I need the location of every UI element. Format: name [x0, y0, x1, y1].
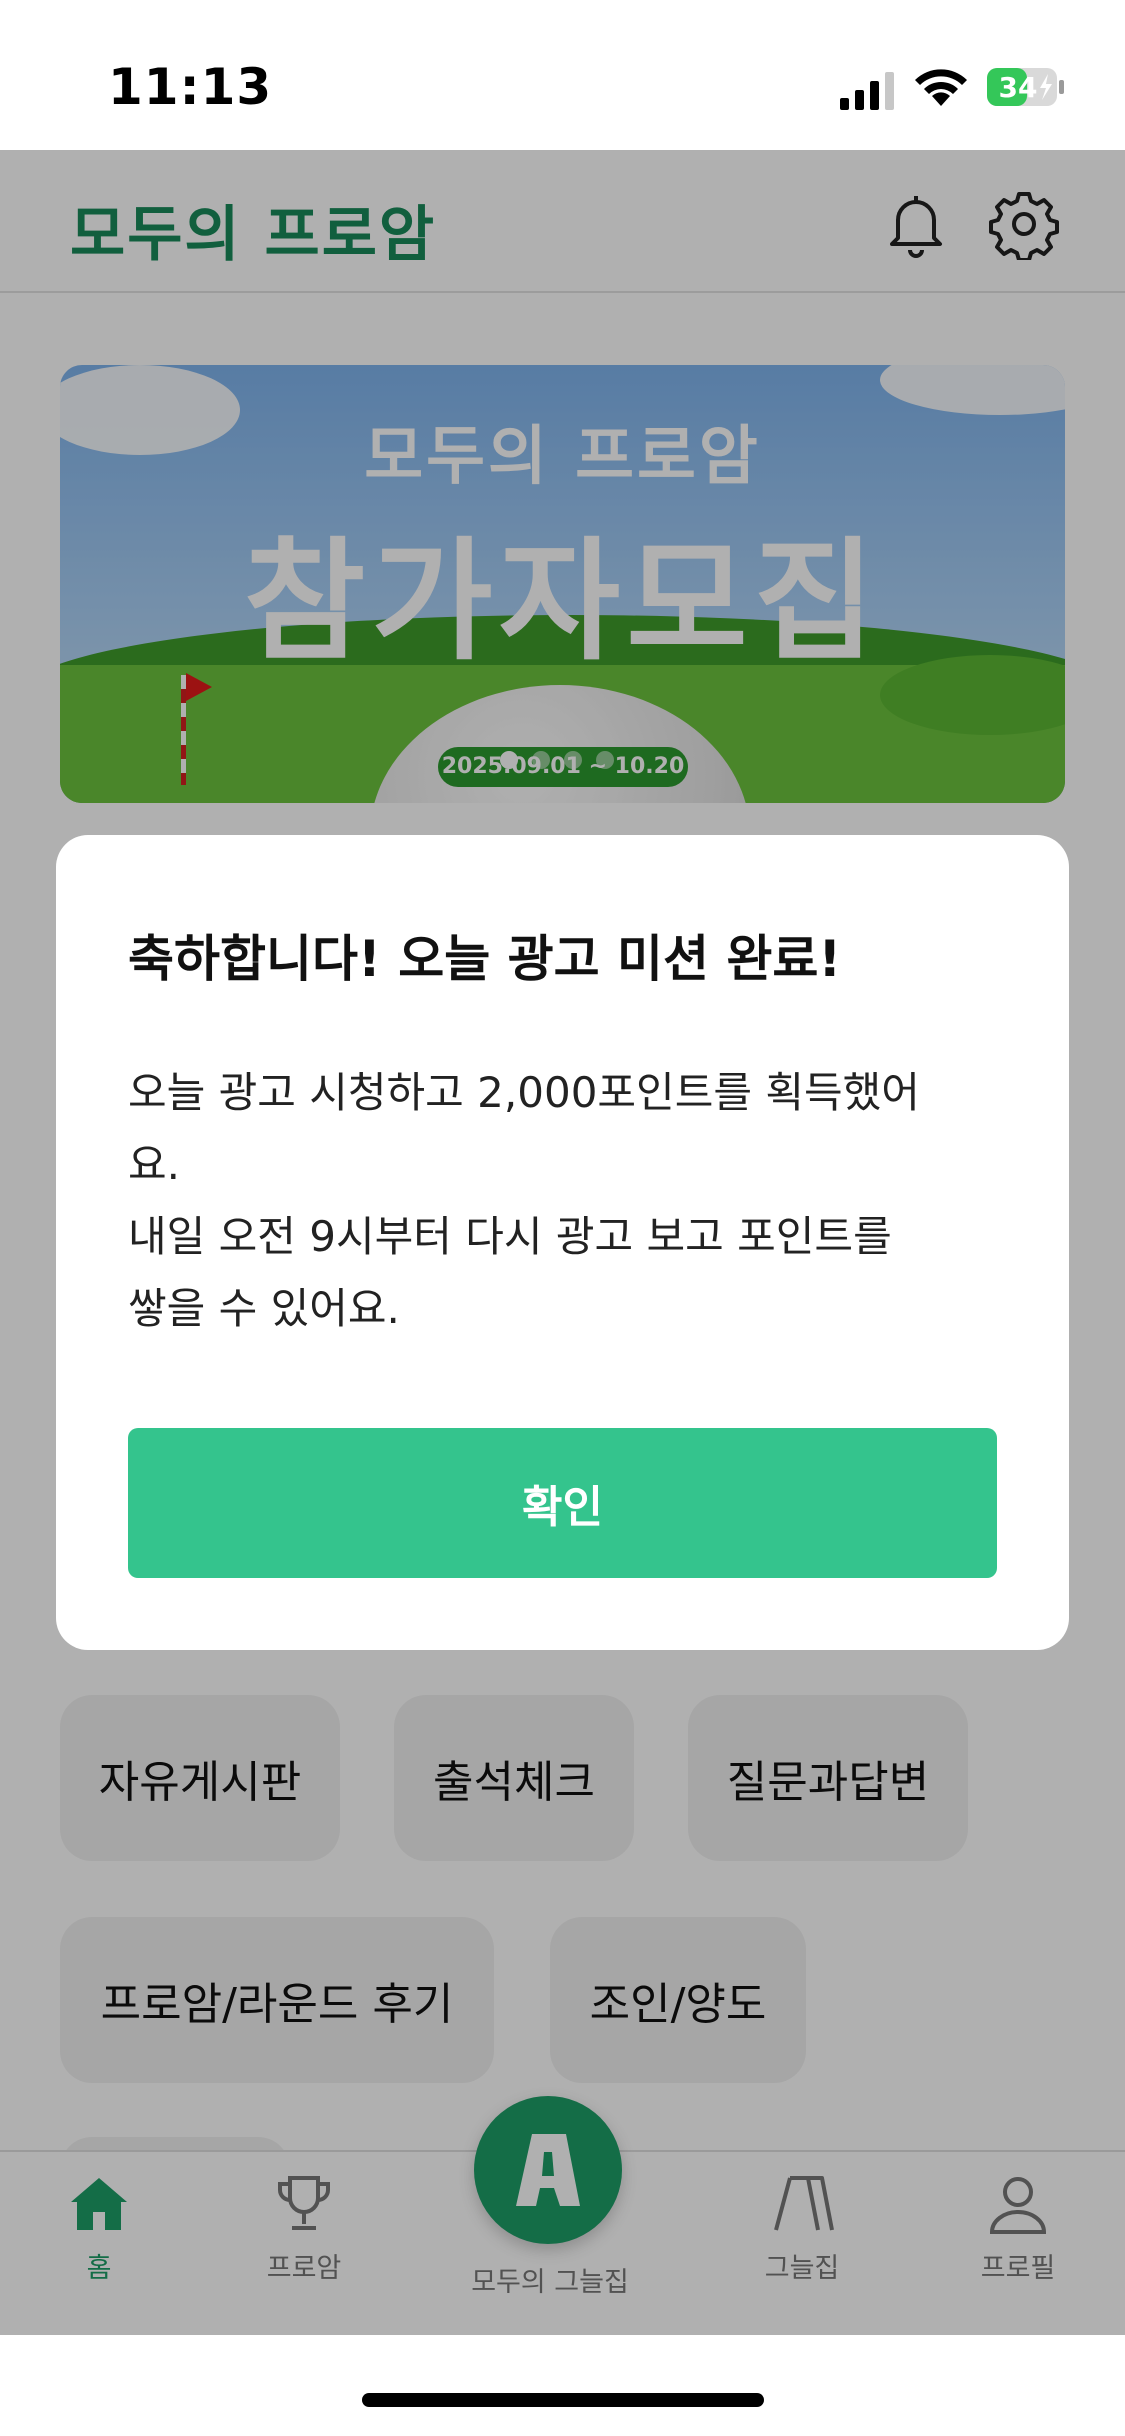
- dialog-message-line: 쌓을 수 있어요.: [128, 1284, 400, 1333]
- dialog-message: 오늘 광고 시청하고 2,000포인트를 획득했어 요. 내일 오전 9시부터 …: [128, 1057, 1008, 1345]
- battery-level: 34: [999, 71, 1038, 104]
- wifi-icon: [915, 69, 967, 106]
- home-indicator-area: [0, 2335, 1125, 2436]
- home-indicator[interactable]: [362, 2393, 764, 2407]
- screen: 11:13 34 모두의 프로암 모두의 프로암 참가자모집 2025.09.0…: [0, 0, 1125, 2436]
- status-time: 11:13: [108, 58, 273, 116]
- dialog-message-line: 요.: [128, 1140, 180, 1189]
- confirm-button[interactable]: 확인: [128, 1428, 997, 1578]
- dialog-message-line: 오늘 광고 시청하고 2,000포인트를 획득했어: [128, 1068, 920, 1117]
- mission-complete-dialog: 축하합니다! 오늘 광고 미션 완료! 오늘 광고 시청하고 2,000포인트를…: [56, 835, 1069, 1650]
- dialog-message-line: 내일 오전 9시부터 다시 광고 보고 포인트를: [128, 1212, 892, 1261]
- cellular-signal-icon: [840, 72, 894, 110]
- dialog-title: 축하합니다! 오늘 광고 미션 완료!: [128, 930, 842, 988]
- battery-icon: 34: [987, 68, 1064, 106]
- status-bar: 11:13 34: [0, 0, 1125, 150]
